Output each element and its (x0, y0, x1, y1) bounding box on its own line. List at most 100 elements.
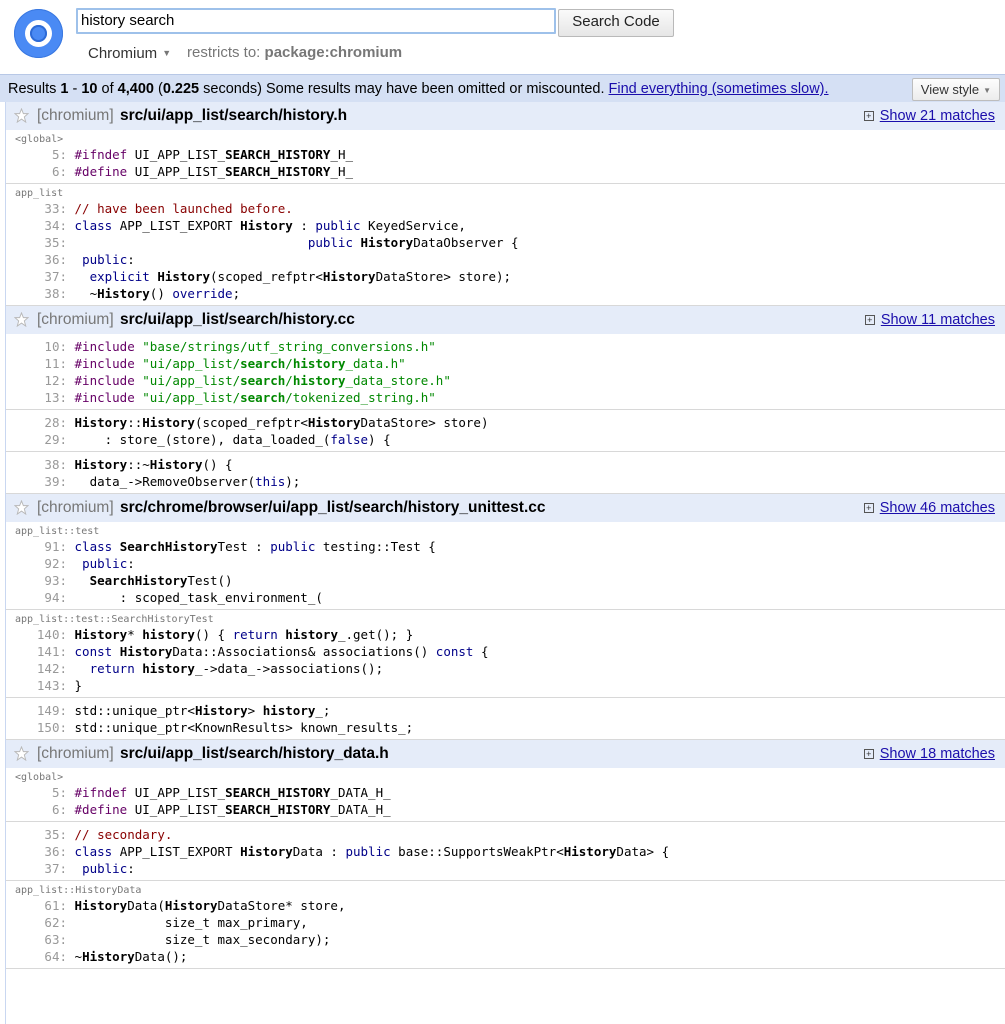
file-path-link[interactable]: src/chrome/browser/ui/app_list/search/hi… (120, 499, 546, 516)
line-number[interactable]: 37: (6, 268, 67, 285)
line-number[interactable]: 6: (6, 163, 67, 180)
results-time: 0.225 (162, 81, 200, 97)
scope-label: app_list::test::SearchHistoryTest (15, 614, 214, 625)
code-line[interactable]: 91: class SearchHistoryTest : public tes… (6, 538, 1005, 555)
line-number[interactable]: 36: (6, 251, 67, 268)
code-line[interactable]: 12: #include "ui/app_list/search/history… (6, 372, 1005, 389)
show-matches-link[interactable]: + Show 21 matches (863, 108, 995, 124)
code-line[interactable]: 92: public: (6, 555, 1005, 572)
code-line[interactable]: 143: } (6, 677, 1005, 694)
code-line[interactable]: 6: #define UI_APP_LIST_SEARCH_HISTORY_DA… (6, 801, 1005, 818)
line-number[interactable]: 28: (6, 414, 67, 431)
line-number[interactable]: 39: (6, 473, 67, 490)
code-line[interactable]: 39: data_->RemoveObserver(this); (6, 473, 1005, 490)
project-dropdown[interactable]: Chromium ▼ (88, 45, 171, 62)
code-line[interactable]: 61: HistoryData(HistoryDataStore* store, (6, 897, 1005, 914)
code-line[interactable]: 13: #include "ui/app_list/search/tokeniz… (6, 389, 1005, 406)
code-line[interactable]: 37: explicit History(scoped_refptr<Histo… (6, 268, 1005, 285)
code-line[interactable]: 35: public HistoryDataObserver { (6, 234, 1005, 251)
code-line[interactable]: 62: size_t max_primary, (6, 914, 1005, 931)
line-number[interactable]: 149: (6, 702, 67, 719)
line-number[interactable]: 36: (6, 843, 67, 860)
show-matches-link[interactable]: + Show 46 matches (863, 500, 995, 516)
code-line[interactable]: 94: : scoped_task_environment_( (6, 589, 1005, 606)
line-number[interactable]: 38: (6, 285, 67, 302)
line-number[interactable]: 11: (6, 355, 67, 372)
line-number[interactable]: 38: (6, 456, 67, 473)
star-icon[interactable] (14, 746, 29, 761)
line-number[interactable]: 150: (6, 719, 67, 736)
line-number[interactable]: 142: (6, 660, 67, 677)
code-line[interactable]: 5: #ifndef UI_APP_LIST_SEARCH_HISTORY_H_ (6, 146, 1005, 163)
star-icon[interactable] (14, 312, 29, 327)
line-number[interactable]: 12: (6, 372, 67, 389)
code-line[interactable]: 150: std::unique_ptr<KnownResults> known… (6, 719, 1005, 736)
code-line[interactable]: 36: public: (6, 251, 1005, 268)
line-number[interactable]: 6: (6, 801, 67, 818)
show-matches-link[interactable]: + Show 18 matches (863, 746, 995, 762)
code-line[interactable]: 93: SearchHistoryTest() (6, 572, 1005, 589)
line-number[interactable]: 13: (6, 389, 67, 406)
file-path-link[interactable]: src/ui/app_list/search/history.h (120, 107, 347, 124)
code-line[interactable]: 29: : store_(store), data_loaded_(false)… (6, 431, 1005, 448)
code-line[interactable]: 64: ~HistoryData(); (6, 948, 1005, 965)
line-number[interactable]: 94: (6, 589, 67, 606)
code-line[interactable]: 38: History::~History() { (6, 456, 1005, 473)
file-path-link[interactable]: src/ui/app_list/search/history_data.h (120, 745, 389, 762)
code-line[interactable]: 6: #define UI_APP_LIST_SEARCH_HISTORY_H_ (6, 163, 1005, 180)
code-line[interactable]: 140: History* history() { return history… (6, 626, 1005, 643)
project-label: Chromium (88, 45, 158, 62)
show-matches-link[interactable]: + Show 11 matches (864, 312, 995, 328)
line-number[interactable]: 34: (6, 217, 67, 234)
line-number[interactable]: 5: (6, 146, 67, 163)
code-line[interactable]: 28: History::History(scoped_refptr<Histo… (6, 414, 1005, 431)
line-number[interactable]: 64: (6, 948, 67, 965)
restrict-label: restricts to: (187, 44, 261, 61)
line-number[interactable]: 63: (6, 931, 67, 948)
code-snippet-block: 28: History::History(scoped_refptr<Histo… (6, 410, 1005, 452)
code-line[interactable]: 11: #include "ui/app_list/search/history… (6, 355, 1005, 372)
line-number[interactable]: 29: (6, 431, 67, 448)
line-number[interactable]: 141: (6, 643, 67, 660)
code-line[interactable]: 38: ~History() override; (6, 285, 1005, 302)
line-number[interactable]: 10: (6, 338, 67, 355)
code-text: class APP_LIST_EXPORT HistoryData : publ… (74, 844, 670, 859)
code-text: size_t max_secondary); (67, 932, 331, 947)
line-number[interactable]: 93: (6, 572, 67, 589)
star-icon[interactable] (14, 500, 29, 515)
star-icon[interactable] (14, 108, 29, 123)
code-text: explicit History(scoped_refptr<HistoryDa… (89, 269, 512, 284)
scope-label: app_list::test (15, 526, 100, 537)
line-number[interactable]: 61: (6, 897, 67, 914)
code-line[interactable]: 36: class APP_LIST_EXPORT HistoryData : … (6, 843, 1005, 860)
line-number[interactable]: 91: (6, 538, 67, 555)
code-line[interactable]: 35: // secondary. (6, 826, 1005, 843)
code-line[interactable]: 10: #include "base/strings/utf_string_co… (6, 338, 1005, 355)
code-line[interactable]: 63: size_t max_secondary); (6, 931, 1005, 948)
line-number[interactable]: 37: (6, 860, 67, 877)
results-prefix: Results (8, 81, 61, 97)
code-line[interactable]: 142: return history_->data_->association… (6, 660, 1005, 677)
line-number[interactable]: 5: (6, 784, 67, 801)
view-style-button[interactable]: View style ▼ (911, 78, 1000, 101)
line-number[interactable]: 35: (6, 826, 67, 843)
code-line[interactable]: 149: std::unique_ptr<History> history_; (6, 702, 1005, 719)
file-path-link[interactable]: src/ui/app_list/search/history.cc (120, 311, 355, 328)
code-line[interactable]: 5: #ifndef UI_APP_LIST_SEARCH_HISTORY_DA… (6, 784, 1005, 801)
code-line[interactable]: 37: public: (6, 860, 1005, 877)
find-everything-link[interactable]: Find everything (sometimes slow). (609, 81, 829, 97)
line-number[interactable]: 143: (6, 677, 67, 694)
expand-plus-icon: + (863, 749, 874, 759)
line-number[interactable]: 62: (6, 914, 67, 931)
code-line[interactable]: 34: class APP_LIST_EXPORT History : publ… (6, 217, 1005, 234)
line-number[interactable]: 35: (6, 234, 67, 251)
chromium-logo[interactable] (14, 9, 63, 58)
code-line[interactable]: 33: // have been launched before. (6, 200, 1005, 217)
line-number[interactable]: 140: (6, 626, 67, 643)
search-code-button[interactable]: Search Code (558, 9, 674, 37)
search-input[interactable] (76, 8, 556, 34)
code-line[interactable]: 141: const HistoryData::Associations& as… (6, 643, 1005, 660)
show-matches-label: Show 21 matches (879, 108, 995, 124)
line-number[interactable]: 92: (6, 555, 67, 572)
line-number[interactable]: 33: (6, 200, 67, 217)
